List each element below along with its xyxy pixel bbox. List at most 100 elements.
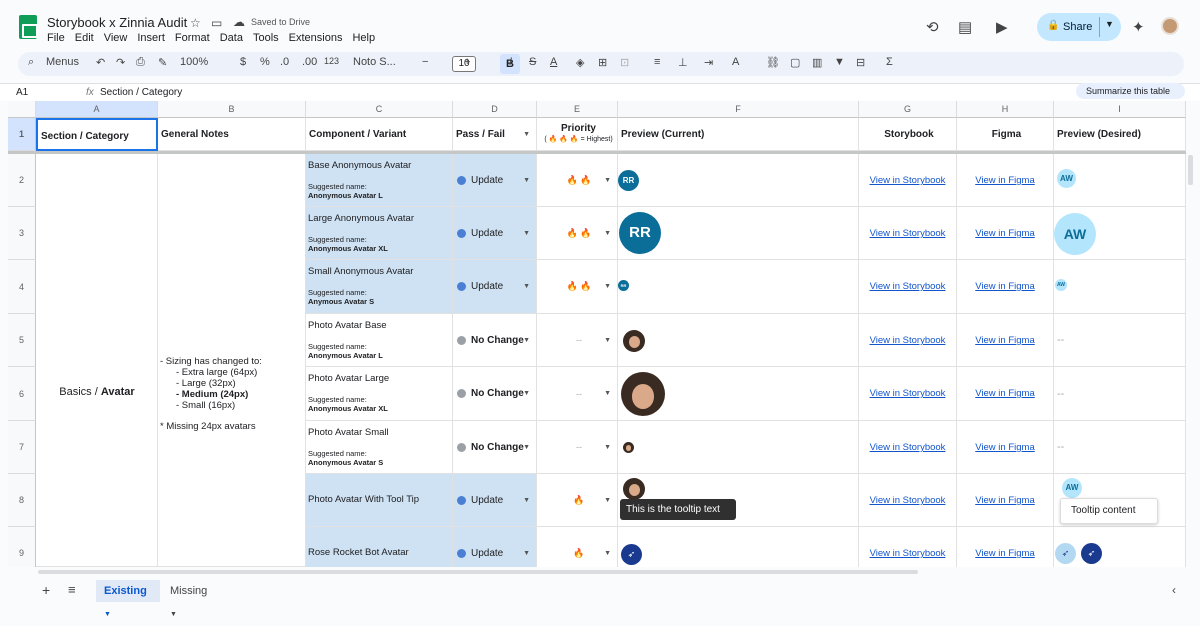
print-icon[interactable]: ⎙ <box>136 56 145 69</box>
row-header-3[interactable]: 3 <box>8 207 36 260</box>
chevron-down-icon[interactable]: ▼ <box>1105 19 1114 29</box>
status-dropdown[interactable]: Update ▼ <box>453 474 537 527</box>
all-sheets-icon[interactable]: ≡ <box>68 582 76 597</box>
component-cell[interactable]: Small Anonymous Avatar Suggested name: Any… <box>306 260 453 314</box>
chevron-down-icon[interactable]: ▼ <box>604 550 611 557</box>
comment-icon[interactable]: ▤ <box>958 18 972 36</box>
chevron-down-icon[interactable]: ▼ <box>604 337 611 344</box>
general-notes-cell[interactable]: - Sizing has changed to: - Extra large (… <box>158 154 306 567</box>
row-header-6[interactable]: 6 <box>8 367 36 421</box>
chevron-down-icon[interactable]: ▼ <box>523 390 530 397</box>
italic-button[interactable]: I <box>509 56 512 68</box>
header-figma[interactable]: Figma <box>957 118 1054 151</box>
header-pass-fail[interactable]: Pass / Fail ▼ <box>453 118 537 151</box>
menu-tools[interactable]: Tools <box>253 32 279 44</box>
column-header-a[interactable]: A <box>36 101 158 118</box>
chevron-down-icon[interactable]: ▼ <box>604 390 611 397</box>
menu-view[interactable]: View <box>104 32 128 44</box>
figma-link[interactable]: View in Figma <box>957 314 1054 367</box>
row-header-9[interactable]: 9 <box>8 527 36 567</box>
chevron-down-icon[interactable]: ▼ <box>523 177 530 184</box>
menu-insert[interactable]: Insert <box>137 32 165 44</box>
name-box[interactable]: A1 <box>16 87 28 98</box>
formula-input[interactable]: Section / Category <box>100 87 182 98</box>
priority-dropdown[interactable]: 🔥 🔥 ▼ <box>537 260 618 314</box>
tab-missing[interactable]: Missing ▼ <box>162 580 224 618</box>
storybook-link[interactable]: View in Storybook <box>859 260 957 314</box>
status-dropdown[interactable]: No Change ▼ <box>453 314 537 367</box>
chevron-down-icon[interactable]: ▼ <box>523 444 530 451</box>
menu-extensions[interactable]: Extensions <box>289 32 343 44</box>
figma-link[interactable]: View in Figma <box>957 421 1054 474</box>
chevron-down-icon[interactable]: ▼ <box>523 337 530 344</box>
filter-views-icon[interactable]: ⊟ <box>856 56 865 69</box>
search-icon[interactable]: ⌕ <box>28 56 34 69</box>
gemini-icon[interactable]: ✦ <box>1132 18 1145 36</box>
status-dropdown[interactable]: No Change ▼ <box>453 367 537 421</box>
chevron-down-icon[interactable]: ▼ <box>170 611 177 618</box>
wrap-icon[interactable]: ⇥ <box>704 56 713 69</box>
status-dropdown[interactable]: Update ▼ <box>453 260 537 314</box>
select-all-corner[interactable] <box>8 101 36 118</box>
header-component-variant[interactable]: Component / Variant <box>306 118 453 151</box>
increase-font-size-icon[interactable]: + <box>464 56 470 68</box>
sheets-logo-icon[interactable] <box>19 15 38 39</box>
currency-button[interactable]: $ <box>240 56 246 68</box>
share-button[interactable]: 🔒 Share ▼ <box>1037 13 1121 41</box>
decrease-decimal-button[interactable]: .0 <box>280 56 289 68</box>
storybook-link[interactable]: View in Storybook <box>859 421 957 474</box>
rotate-icon[interactable]: A <box>732 56 739 68</box>
header-section-category[interactable]: Section / Category <box>36 118 158 151</box>
add-sheet-icon[interactable]: + <box>42 582 50 598</box>
paint-format-icon[interactable]: ✎ <box>158 56 167 69</box>
menu-file[interactable]: File <box>47 32 65 44</box>
text-color-icon[interactable]: A <box>550 56 557 68</box>
storybook-link[interactable]: View in Storybook <box>859 207 957 260</box>
storybook-link[interactable]: View in Storybook <box>859 474 957 527</box>
row-header-1[interactable]: 1 <box>8 118 36 151</box>
figma-link[interactable]: View in Figma <box>957 474 1054 527</box>
priority-dropdown[interactable]: 🔥 ▼ <box>537 474 618 527</box>
cloud-icon[interactable]: ☁ <box>233 15 245 29</box>
align-icon[interactable]: ≡ <box>654 56 660 68</box>
video-call-icon[interactable]: ▶ <box>996 18 1008 36</box>
folder-icon[interactable]: ▭ <box>211 16 222 30</box>
merge-cells-icon[interactable]: ⊡ <box>620 56 629 69</box>
column-header-d[interactable]: D <box>453 101 537 118</box>
component-cell[interactable]: Large Anonymous Avatar Suggested name: Ano… <box>306 207 453 260</box>
figma-link[interactable]: View in Figma <box>957 527 1054 567</box>
storybook-link[interactable]: View in Storybook <box>859 314 957 367</box>
chevron-down-icon[interactable]: ▼ <box>523 118 530 151</box>
component-cell[interactable]: Photo Avatar With Tool Tip <box>306 474 453 527</box>
row-header-7[interactable]: 7 <box>8 421 36 474</box>
borders-icon[interactable]: ⊞ <box>598 56 607 69</box>
functions-button[interactable]: Σ <box>886 56 893 68</box>
priority-dropdown[interactable]: 🔥 ▼ <box>537 527 618 567</box>
link-icon[interactable]: ⛓ <box>766 56 780 69</box>
header-general-notes[interactable]: General Notes <box>158 118 306 151</box>
chevron-left-icon[interactable]: ‹ <box>1172 583 1176 597</box>
storybook-link[interactable]: View in Storybook <box>859 367 957 421</box>
status-dropdown[interactable]: Update ▼ <box>453 207 537 260</box>
vertical-scrollbar[interactable] <box>1188 155 1193 185</box>
priority-dropdown[interactable]: -- ▼ <box>537 314 618 367</box>
priority-dropdown[interactable]: 🔥 🔥 ▼ <box>537 154 618 207</box>
zoom-select[interactable]: 100% <box>180 56 208 68</box>
chevron-down-icon[interactable]: ▼ <box>604 497 611 504</box>
component-cell[interactable]: Photo Avatar Small Suggested name: Anonymo… <box>306 421 453 474</box>
column-header-f[interactable]: F <box>618 101 859 118</box>
document-title[interactable]: Storybook x Zinnia Audit <box>47 15 187 30</box>
number-format-button[interactable]: 123 <box>324 56 339 66</box>
chevron-down-icon[interactable]: ▼ <box>104 611 111 618</box>
chevron-down-icon[interactable]: ▼ <box>604 444 611 451</box>
percent-button[interactable]: % <box>260 56 270 68</box>
chevron-down-icon[interactable]: ▼ <box>604 177 611 184</box>
filter-icon[interactable]: ▼ <box>834 56 845 68</box>
star-icon[interactable]: ☆ <box>190 16 201 30</box>
column-header-c[interactable]: C <box>306 101 453 118</box>
chevron-down-icon[interactable]: ▼ <box>523 497 530 504</box>
component-cell[interactable]: Photo Avatar Large Suggested name: Anonymo… <box>306 367 453 421</box>
history-icon[interactable]: ⟲ <box>926 18 939 36</box>
insert-chart-icon[interactable]: ▥ <box>812 56 822 69</box>
figma-link[interactable]: View in Figma <box>957 207 1054 260</box>
